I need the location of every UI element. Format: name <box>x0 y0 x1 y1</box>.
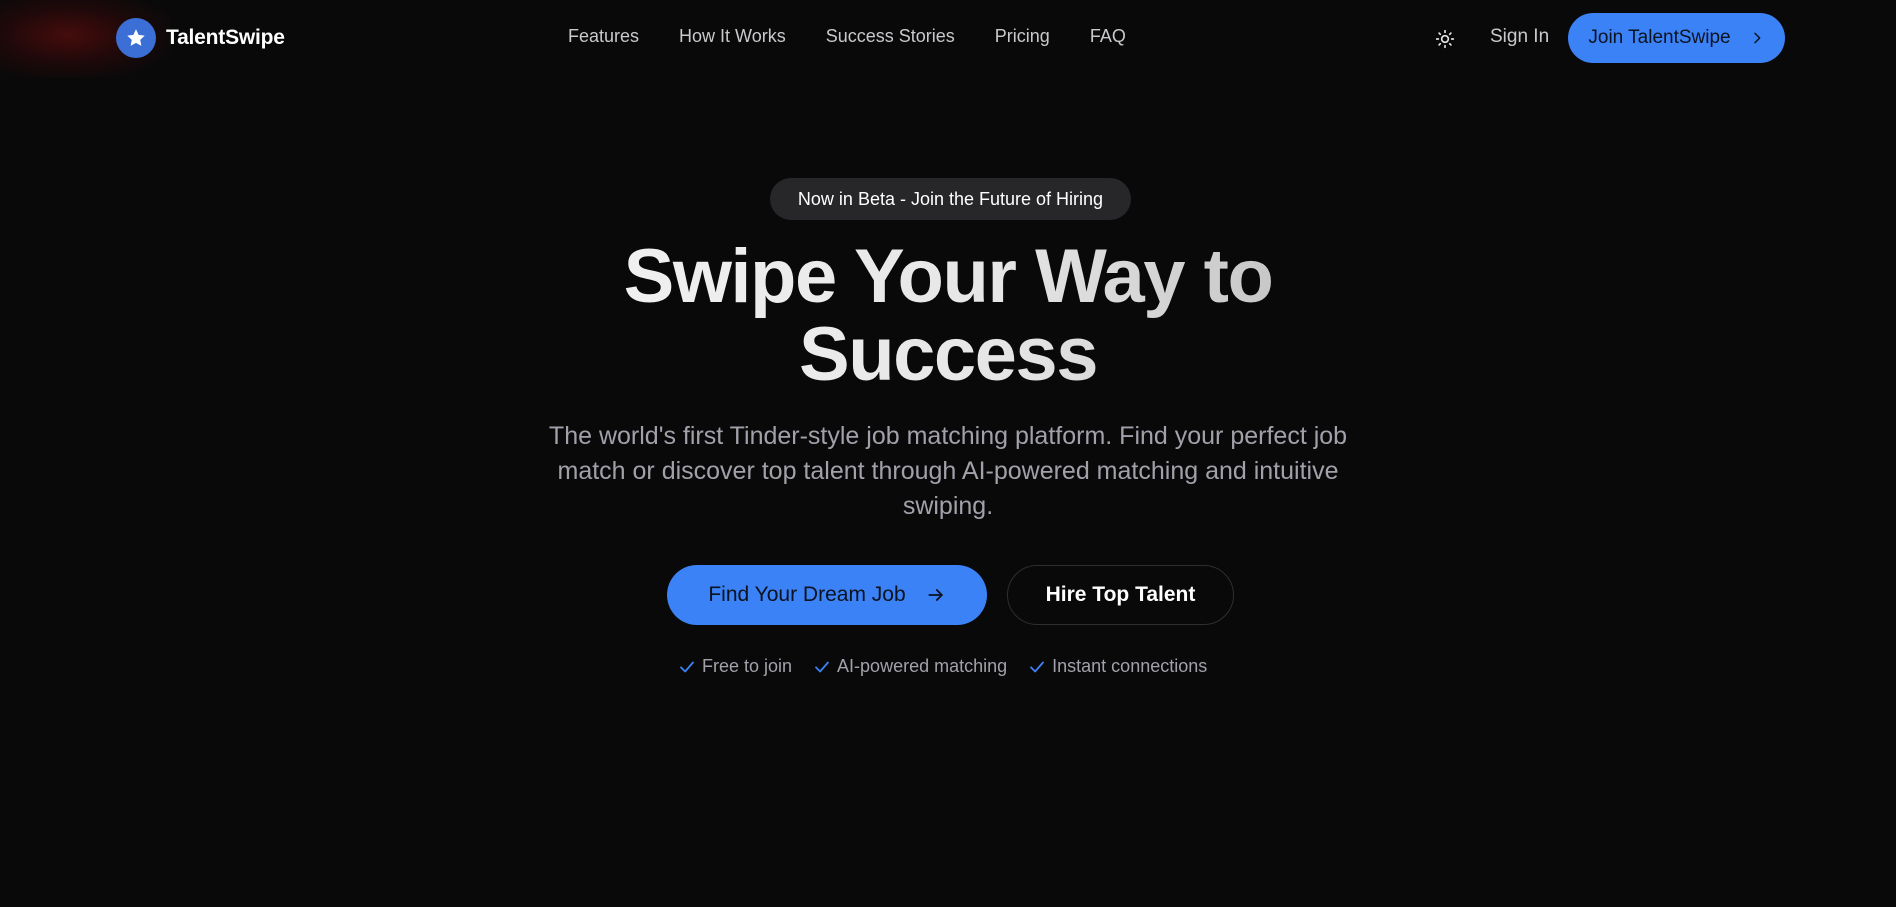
nav-link-features[interactable]: Features <box>568 26 639 47</box>
brand-name: TalentSwipe <box>166 26 285 49</box>
nav-link-how-it-works[interactable]: How It Works <box>679 26 786 47</box>
feature-item: Instant connections <box>1028 656 1207 677</box>
check-icon <box>815 661 829 672</box>
feature-checklist: Free to join AI-powered matching Instant… <box>678 656 1207 677</box>
find-dream-job-button[interactable]: Find Your Dream Job <box>667 565 987 625</box>
feature-label: Free to join <box>702 656 793 676</box>
landing-page: TalentSwipe Features How It Works Succes… <box>0 0 1896 907</box>
feature-item: Free to join <box>678 656 792 677</box>
hero-title-line1: Swipe Your Way to <box>623 234 1273 319</box>
beta-badge: Now in Beta - Join the Future of Hiring <box>770 178 1131 220</box>
brand[interactable]: TalentSwipe <box>116 18 285 58</box>
hero-title: Swipe Your Way to Success <box>448 238 1448 394</box>
top-navbar: TalentSwipe Features How It Works Succes… <box>0 0 1896 77</box>
check-icon <box>680 661 694 672</box>
feature-label: AI-powered matching <box>837 656 1008 676</box>
feature-item: AI-powered matching <box>813 656 1007 677</box>
sign-in-link[interactable]: Sign In <box>1490 26 1549 48</box>
feature-label: Instant connections <box>1052 656 1208 676</box>
nav-link-pricing[interactable]: Pricing <box>995 26 1050 47</box>
find-dream-job-label: Find Your Dream Job <box>708 583 906 606</box>
join-button[interactable]: Join TalentSwipe <box>1568 13 1785 63</box>
main-nav: Features How It Works Success Stories Pr… <box>568 26 1126 47</box>
chevron-right-icon <box>1753 32 1761 44</box>
hire-top-talent-button[interactable]: Hire Top Talent <box>1007 565 1234 625</box>
star-icon <box>116 18 156 58</box>
theme-toggle-button[interactable] <box>1432 27 1458 51</box>
join-button-label: Join TalentSwipe <box>1588 27 1731 48</box>
hero-title-line2: Success <box>799 312 1097 397</box>
check-icon <box>1030 661 1045 672</box>
nav-link-success-stories[interactable]: Success Stories <box>826 26 955 47</box>
hire-top-talent-label: Hire Top Talent <box>1045 583 1196 606</box>
hero-subtitle: The world's first Tinder-style job match… <box>548 422 1348 520</box>
arrow-right-icon <box>928 589 943 601</box>
sun-icon <box>1435 29 1455 49</box>
nav-link-faq[interactable]: FAQ <box>1090 26 1126 47</box>
